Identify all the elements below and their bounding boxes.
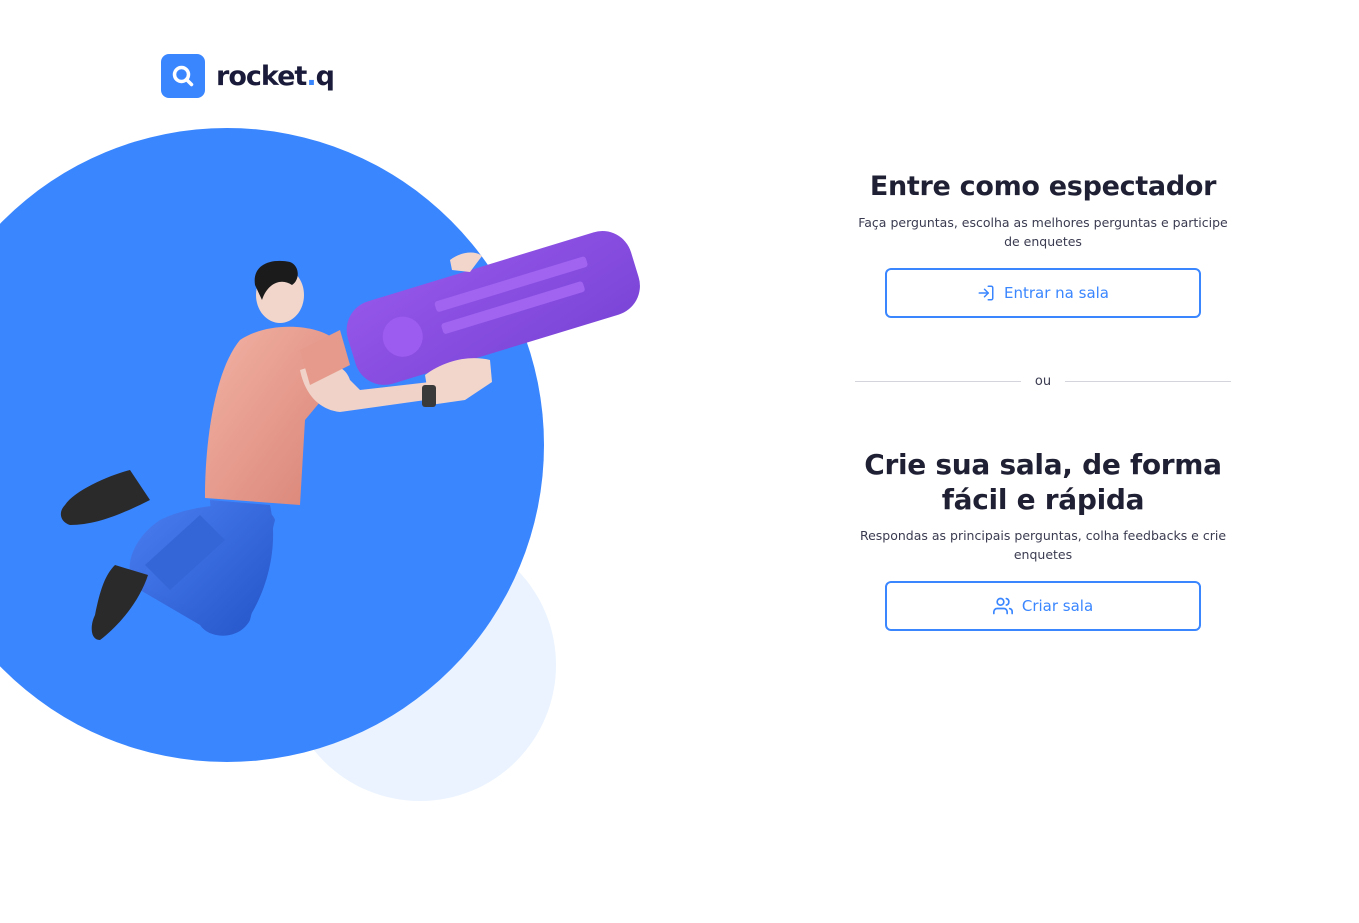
actions-panel: Entre como espectador Faça perguntas, es…: [835, 170, 1251, 631]
divider-line-right: [1065, 381, 1232, 382]
users-icon: [992, 597, 1013, 615]
brand-name-tail: q: [315, 60, 335, 92]
viewer-description: Faça perguntas, escolha as melhores perg…: [858, 215, 1228, 249]
enter-room-button-label: Entrar na sala: [1004, 284, 1109, 302]
viewer-section: Entre como espectador Faça perguntas, es…: [835, 170, 1251, 318]
brand-name: rocket.q: [216, 60, 335, 92]
or-divider: ou: [855, 374, 1232, 389]
viewer-title: Entre como espectador: [869, 171, 1217, 202]
home-page: rocket.q Entre como espectador Faça perg…: [0, 0, 1359, 923]
create-room-button-label: Criar sala: [1021, 597, 1094, 615]
hero-illustration: [0, 120, 660, 820]
creator-title: Crie sua sala, de forma fácil e rápida: [864, 448, 1222, 516]
divider-line-left: [855, 381, 1021, 382]
brand-name-main: rocket: [216, 60, 307, 92]
enter-room-button[interactable]: Entrar na sala: [885, 268, 1201, 318]
divider-label: ou: [1034, 374, 1052, 389]
search-magnifier-icon: [161, 54, 205, 98]
brand-name-dot: .: [306, 60, 316, 92]
creator-section: Crie sua sala, de forma fácil e rápida R…: [835, 447, 1251, 631]
creator-description: Respondas as principais perguntas, colha…: [859, 528, 1227, 562]
brand-logo[interactable]: rocket.q: [161, 54, 335, 98]
create-room-button[interactable]: Criar sala: [885, 581, 1201, 631]
person-holding-chat-bubble-illustration: [0, 128, 640, 801]
log-in-icon: [978, 285, 994, 301]
